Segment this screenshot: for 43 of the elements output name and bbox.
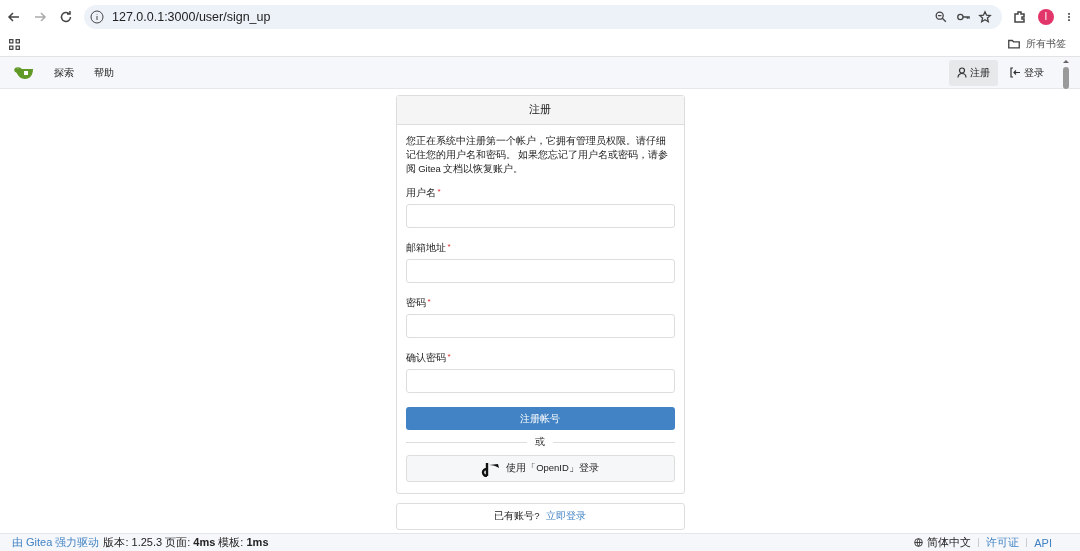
powered-by-link[interactable]: 由 Gitea 强力驱动: [12, 535, 100, 550]
login-link[interactable]: 立即登录: [545, 510, 586, 523]
version-info: 版本: 1.25.3 页面: 4ms 模板: 1ms: [103, 535, 269, 550]
input-field[interactable]: [405, 204, 675, 228]
info-icon[interactable]: [90, 9, 104, 24]
admin-notice: 您正在系统中注册第一个帐户，它拥有管理员权限。请仔细记住您的用户名和密码。 如果您忘记了用户名或密码，请参阅 Gitea 文档以恢复账户。: [405, 134, 670, 176]
field-label: 确认密码 *: [405, 352, 452, 365]
reload-icon[interactable]: [58, 8, 74, 25]
openid-icon: [481, 460, 501, 477]
required-mark: *: [437, 187, 441, 196]
input-field[interactable]: [405, 314, 675, 338]
zoom-icon[interactable]: [934, 9, 948, 24]
field-label: 用户名 *: [405, 187, 442, 200]
input-field[interactable]: [405, 259, 675, 283]
sign-in-icon: [1010, 67, 1021, 78]
bookmarks-folder[interactable]: 所有书签: [1007, 37, 1072, 51]
register-link[interactable]: 注册: [949, 59, 998, 86]
nav-link[interactable]: 探索: [44, 65, 84, 80]
apps-icon[interactable]: [8, 37, 21, 51]
required-mark: *: [447, 352, 451, 361]
required-mark: *: [427, 297, 431, 306]
register-button[interactable]: 注册帐号: [405, 407, 675, 430]
nav-link[interactable]: 帮助: [84, 65, 124, 80]
openid-button[interactable]: 使用「OpenID」登录: [405, 455, 675, 482]
language-selector[interactable]: 简体中文: [927, 535, 972, 550]
profile-avatar[interactable]: I: [1038, 8, 1054, 25]
required-mark: *: [447, 242, 451, 251]
address-bar[interactable]: 127.0.0.1:3000/user/sign_up: [84, 4, 1002, 29]
field-label: 邮箱地址 *: [405, 242, 452, 255]
footer-link[interactable]: 许可证: [986, 535, 1020, 550]
login-link[interactable]: 登录: [1002, 59, 1052, 86]
extension-icon[interactable]: [1012, 8, 1028, 25]
card-title: 注册: [396, 96, 684, 125]
globe-icon: [914, 538, 924, 547]
field-label: 密码 *: [405, 297, 432, 310]
star-icon[interactable]: [978, 9, 992, 24]
has-account-text: 已有账号?: [494, 510, 540, 523]
footer-link[interactable]: API: [1034, 536, 1052, 549]
teacup-logo[interactable]: [14, 65, 36, 80]
input-field[interactable]: [405, 369, 675, 393]
person-icon: [957, 67, 967, 78]
folder-icon[interactable]: [1007, 37, 1021, 51]
divider-label: 或: [535, 436, 545, 449]
